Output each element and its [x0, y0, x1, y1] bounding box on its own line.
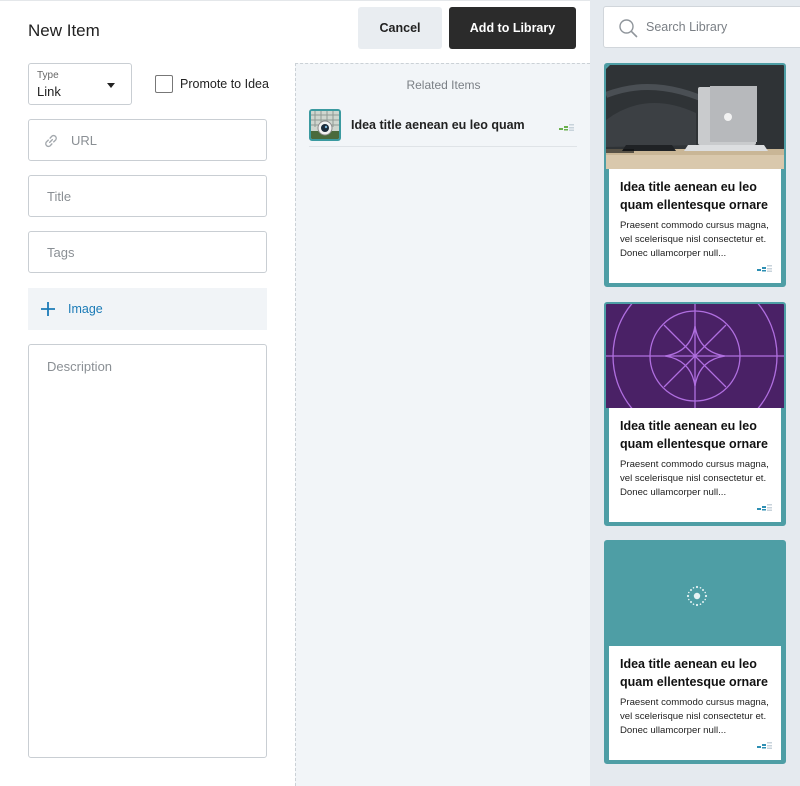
- link-icon: [45, 134, 57, 148]
- description-input[interactable]: [29, 345, 266, 757]
- library-search[interactable]: [603, 6, 800, 48]
- description-field[interactable]: [28, 344, 267, 758]
- library-card[interactable]: Idea title aenean eu leo quam ellentesqu…: [604, 302, 786, 526]
- page-title: New Item: [28, 21, 100, 40]
- search-icon: [619, 19, 638, 38]
- library-card-title: Idea title aenean eu leo quam ellentesqu…: [620, 180, 768, 212]
- purple-compass-pattern: [606, 304, 784, 408]
- type-select-label: Type: [37, 70, 59, 81]
- related-items-heading: Related Items: [406, 78, 481, 92]
- tags-input[interactable]: [29, 232, 266, 272]
- library-card-description: Praesent commodo cursus magna, vel scele…: [620, 220, 769, 260]
- signal-bars-icon: [757, 742, 772, 749]
- library-card-title: Idea title aenean eu leo quam ellentesqu…: [620, 657, 768, 689]
- related-items-panel: Related Items Idea title aenean eu leo q…: [295, 63, 590, 786]
- title-input[interactable]: [29, 176, 266, 216]
- caret-down-icon: [107, 83, 115, 88]
- plus-icon: [41, 302, 55, 316]
- laptop-photo: [606, 65, 784, 169]
- sparkle-icon: [606, 542, 784, 646]
- url-field[interactable]: [28, 119, 267, 161]
- signal-bars-icon: [757, 504, 772, 511]
- library-card-body: Idea title aenean eu leo quam ellentesqu…: [609, 169, 781, 283]
- library-panel: Idea title aenean eu leo quam ellentesqu…: [590, 0, 800, 786]
- camera-lens-image: [311, 111, 339, 139]
- search-input[interactable]: [646, 7, 796, 47]
- signal-bars-icon: [757, 265, 772, 272]
- new-item-form: New Item Type Link Promote to Idea Image: [0, 0, 290, 786]
- cancel-button[interactable]: Cancel: [358, 7, 442, 49]
- library-card-body: Idea title aenean eu leo quam ellentesqu…: [609, 408, 781, 522]
- related-item[interactable]: Idea title aenean eu leo quam: [309, 109, 577, 147]
- type-select-value: Link: [37, 84, 61, 99]
- add-to-library-button[interactable]: Add to Library: [449, 7, 576, 49]
- add-image-label: Image: [68, 302, 103, 316]
- promote-label: Promote to Idea: [180, 77, 269, 91]
- library-card-description: Praesent commodo cursus magna, vel scele…: [620, 459, 769, 499]
- url-input[interactable]: [29, 120, 266, 160]
- promote-to-idea[interactable]: Promote to Idea: [155, 75, 269, 93]
- library-card-title: Idea title aenean eu leo quam ellentesqu…: [620, 419, 768, 451]
- related-item-thumbnail: [309, 109, 341, 141]
- related-item-title: Idea title aenean eu leo quam: [351, 118, 525, 132]
- signal-bars-icon: [559, 124, 574, 131]
- library-card[interactable]: Idea title aenean eu leo quam ellentesqu…: [604, 63, 786, 287]
- library-card-body: Idea title aenean eu leo quam ellentesqu…: [609, 646, 781, 760]
- title-field[interactable]: [28, 175, 267, 217]
- tags-field[interactable]: [28, 231, 267, 273]
- promote-checkbox[interactable]: [155, 75, 173, 93]
- library-card[interactable]: Idea title aenean eu leo quam ellentesqu…: [604, 540, 786, 764]
- type-select[interactable]: Type Link: [28, 63, 132, 105]
- library-card-description: Praesent commodo cursus magna, vel scele…: [620, 697, 769, 737]
- add-image-button[interactable]: Image: [28, 288, 267, 330]
